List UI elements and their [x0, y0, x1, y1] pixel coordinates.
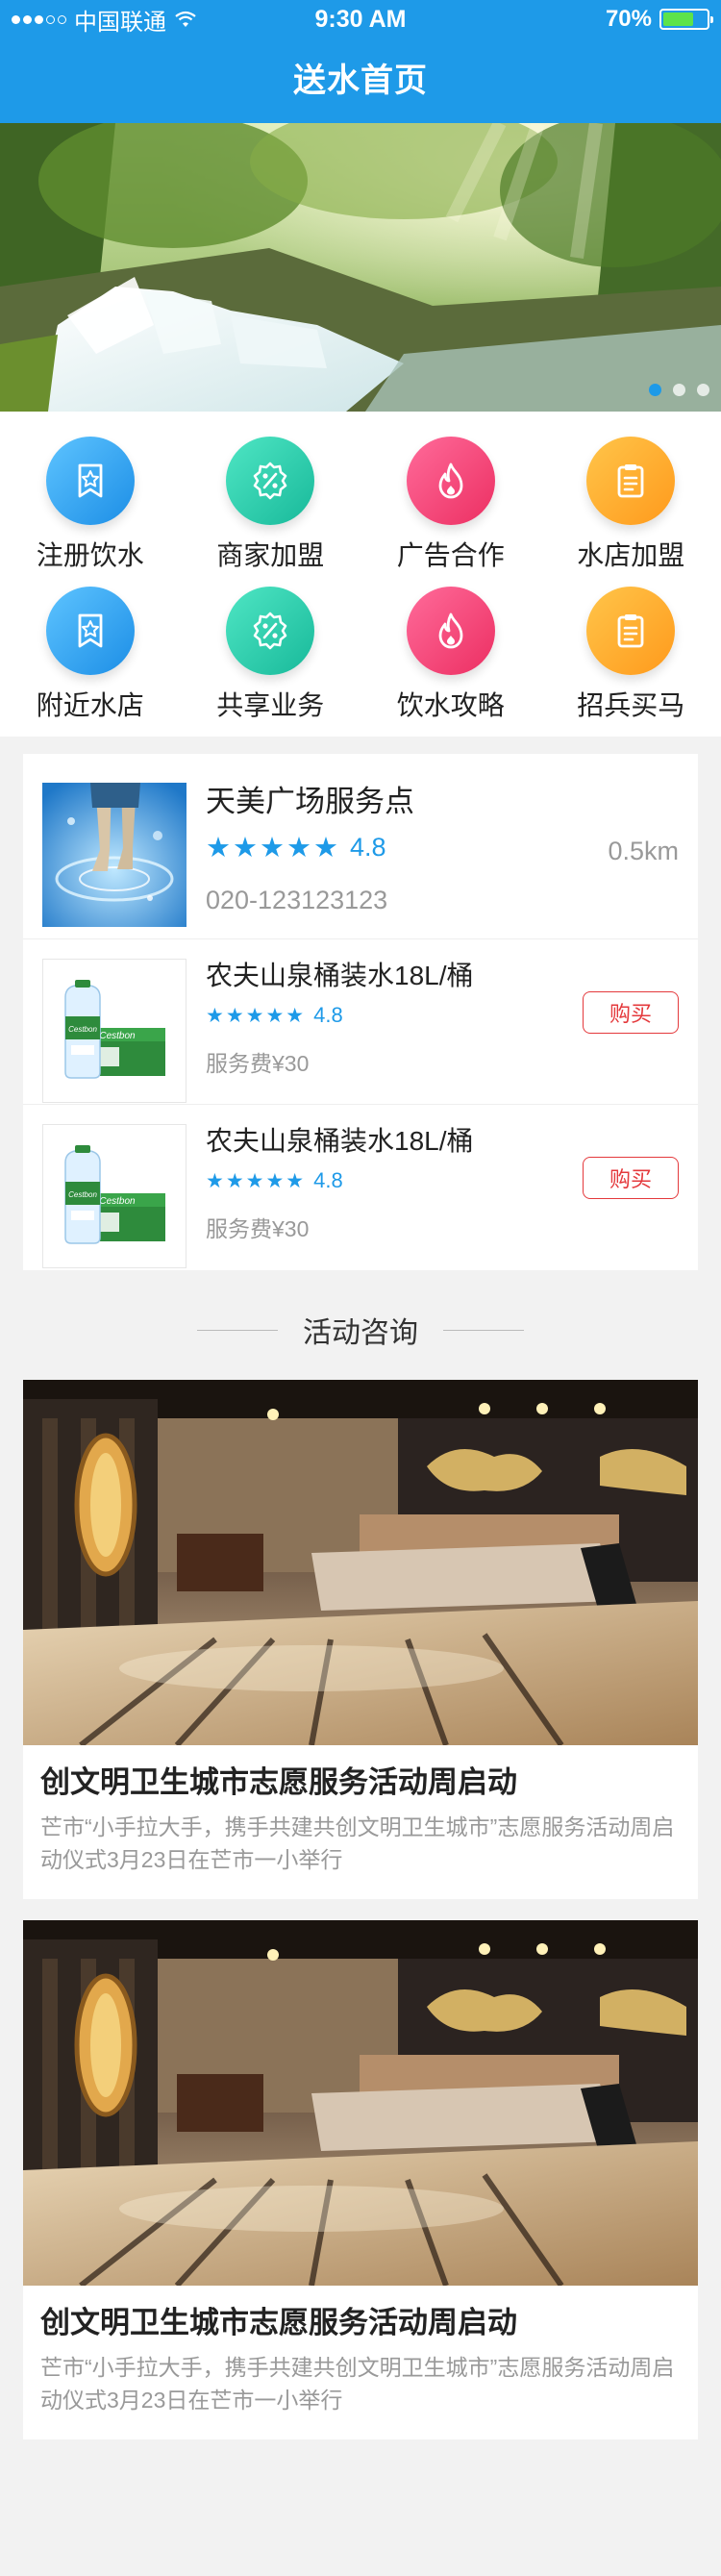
news-description: 芒市“小手拉大手，携手共建共创文明卫生城市”志愿服务活动周启动仪式3月23日在芒…: [40, 1814, 675, 1872]
news-image: [23, 1920, 698, 2286]
category-ad-cooperation[interactable]: 广告合作: [360, 437, 541, 573]
home-page: 中国联通 9:30 AM 70% 送水首页 注册饮水 商家加盟 广告合作 水店加…: [0, 0, 721, 2576]
product-name: 农夫山泉桶装水18L/桶: [206, 961, 474, 990]
star-rating-icon: ★★★★★: [206, 1004, 307, 1027]
store-header[interactable]: 天美广场服务点 ★★★★★ 4.8 020-123123123 0.5km: [23, 754, 698, 939]
news-card[interactable]: 创文明卫生城市志愿服务活动周启动 芒市“小手拉大手，携手共建共创文明卫生城市”志…: [23, 1380, 698, 1899]
divider: [443, 1329, 524, 1331]
clipboard-icon: [586, 437, 676, 525]
pager-dot[interactable]: [673, 384, 685, 396]
store-card: 天美广场服务点 ★★★★★ 4.8 020-123123123 0.5km Ce…: [23, 754, 698, 1270]
battery-percent: 70%: [605, 6, 652, 32]
news-image: [23, 1380, 698, 1745]
banner-image: [0, 123, 721, 412]
product-image: Cestbon Cestbon: [42, 1124, 186, 1268]
star-rating-icon: ★★★★★: [206, 1169, 307, 1192]
svg-text:Cestbon: Cestbon: [99, 1196, 136, 1207]
buy-button[interactable]: 购买: [583, 991, 679, 1034]
store-name: 天美广场服务点: [206, 785, 414, 818]
category-register-water[interactable]: 注册饮水: [0, 437, 181, 573]
rating-score: 4.8: [313, 1168, 343, 1192]
category-shared-business[interactable]: 共享业务: [181, 587, 361, 723]
news-title: 创文明卫生城市志愿服务活动周启动: [40, 2306, 517, 2339]
signal-icon: [12, 14, 66, 24]
svg-text:Cestbon: Cestbon: [68, 1025, 97, 1034]
rating-score: 4.8: [313, 1003, 343, 1027]
section-title: 活动咨询: [303, 1317, 418, 1349]
percent-badge-icon: [226, 437, 315, 525]
buy-button[interactable]: 购买: [583, 1157, 679, 1199]
pager-dot[interactable]: [649, 384, 661, 396]
product-name: 农夫山泉桶装水18L/桶: [206, 1126, 474, 1156]
category-water-store-join[interactable]: 水店加盟: [541, 437, 721, 573]
star-badge-icon: [45, 587, 135, 675]
rating-score: 4.8: [350, 833, 386, 862]
store-phone: 020-123123123: [206, 886, 388, 914]
flame-icon: [406, 587, 495, 675]
news-description: 芒市“小手拉大手，携手共建共创文明卫生城市”志愿服务活动周启动仪式3月23日在芒…: [40, 2355, 675, 2413]
star-badge-icon: [45, 437, 135, 525]
page-title: 送水首页: [293, 63, 428, 99]
battery-icon: [659, 9, 713, 30]
category-merchant-join[interactable]: 商家加盟: [181, 437, 361, 573]
category-nearby-stores[interactable]: 附近水店: [0, 587, 181, 723]
product-item[interactable]: Cestbon Cestbon 农夫山泉桶装水18L/桶 ★★★★★ 4.8 服…: [23, 1105, 698, 1270]
product-item[interactable]: Cestbon Cestbon 农夫山泉桶装水18L/桶 ★★★★★ 4.8 服…: [23, 939, 698, 1105]
svg-text:Cestbon: Cestbon: [99, 1031, 136, 1041]
wifi-icon: [175, 11, 196, 27]
pager-dot[interactable]: [697, 384, 709, 396]
store-image: [42, 783, 186, 927]
product-image: Cestbon Cestbon: [42, 959, 186, 1103]
status-bar: 中国联通 9:30 AM 70%: [0, 0, 721, 38]
clipboard-icon: [586, 587, 676, 675]
category-drinking-guide[interactable]: 饮水攻略: [360, 587, 541, 723]
divider: [197, 1329, 278, 1331]
store-distance: 0.5km: [608, 837, 679, 865]
star-rating-icon: ★★★★★: [206, 833, 340, 863]
category-recruitment[interactable]: 招兵买马: [541, 587, 721, 723]
news-title: 创文明卫生城市志愿服务活动周启动: [40, 1765, 517, 1799]
flame-icon: [406, 437, 495, 525]
banner-carousel[interactable]: [0, 123, 721, 412]
service-fee: 服务费¥30: [206, 1216, 310, 1241]
app-header: 中国联通 9:30 AM 70% 送水首页: [0, 0, 721, 123]
banner-pager: [649, 384, 709, 396]
svg-text:Cestbon: Cestbon: [68, 1190, 97, 1199]
service-fee: 服务费¥30: [206, 1051, 310, 1076]
news-card[interactable]: 创文明卫生城市志愿服务活动周启动 芒市“小手拉大手，携手共建共创文明卫生城市”志…: [23, 1920, 698, 2439]
percent-badge-icon: [226, 587, 315, 675]
news-section-header: 活动咨询: [0, 1280, 721, 1380]
category-grid: 注册饮水 商家加盟 广告合作 水店加盟 附近水店 共享业务 饮水攻略 招兵买马: [0, 412, 721, 737]
carrier-label: 中国联通: [74, 9, 166, 36]
